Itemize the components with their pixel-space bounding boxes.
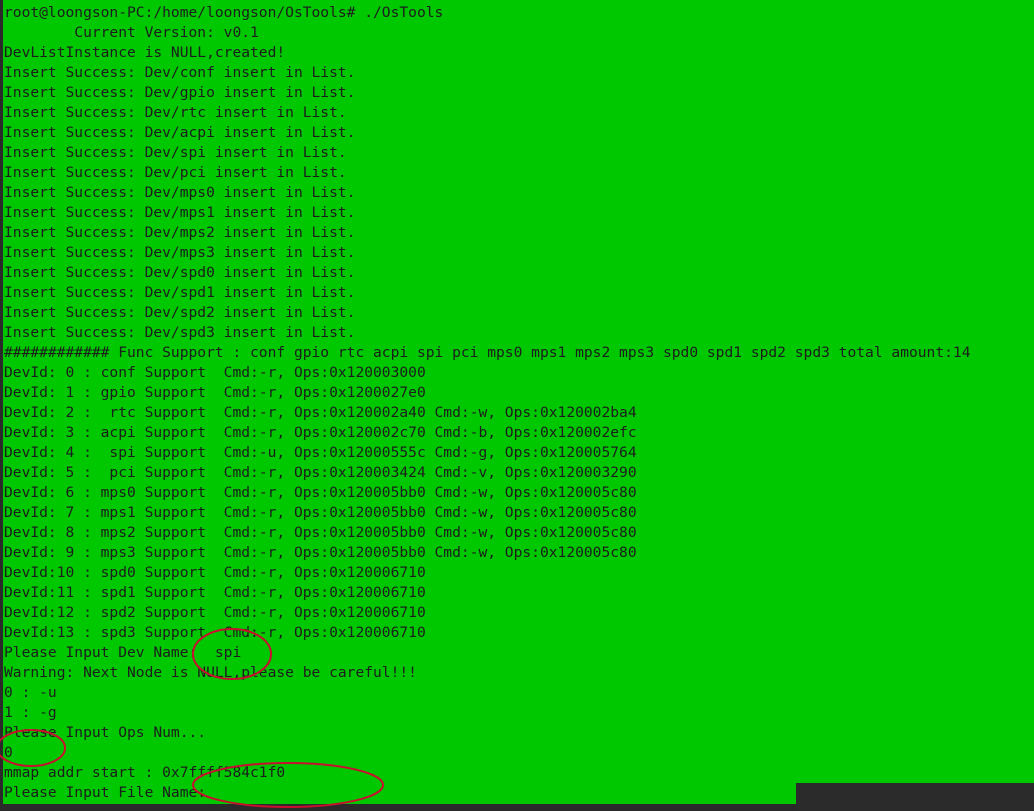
terminal-line-devid: DevId: 9 : mps3 Support Cmd:-r, Ops:0x12… — [4, 544, 637, 561]
terminal-line: Insert Success: Dev/mps1 insert in List. — [4, 204, 356, 221]
terminal-line-ops-option: 1 : -g — [4, 704, 57, 721]
terminal-line-dev-name-prompt: Please Input Dev Name: spi — [4, 644, 242, 661]
terminal-line-ops-input: 0 — [4, 744, 13, 761]
terminal-line: Insert Success: Dev/conf insert in List. — [4, 64, 356, 81]
terminal-line: Insert Success: Dev/gpio insert in List. — [4, 84, 356, 101]
terminal-line: DevListInstance is NULL,created! — [4, 44, 286, 61]
window-bottom-border — [0, 804, 796, 811]
terminal-line-warning: Warning: Next Node is NULL,please be car… — [4, 664, 417, 681]
terminal-line-devid: DevId:12 : spd2 Support Cmd:-r, Ops:0x12… — [4, 604, 426, 621]
terminal-line: Insert Success: Dev/mps2 insert in List. — [4, 224, 356, 241]
terminal-line-version: Current Version: v0.1 — [4, 24, 259, 41]
terminal-line-mmap-addr: mmap addr start : 0x7ffff584c1f0 — [4, 764, 286, 781]
terminal-output: root@loongson-PC:/home/loongson/OsTools#… — [4, 3, 970, 803]
terminal-line: Insert Success: Dev/pci insert in List. — [4, 164, 347, 181]
terminal-line-devid: DevId: 7 : mps1 Support Cmd:-r, Ops:0x12… — [4, 504, 637, 521]
terminal-line: Insert Success: Dev/spi insert in List. — [4, 144, 347, 161]
terminal-line-devid: DevId: 8 : mps2 Support Cmd:-r, Ops:0x12… — [4, 524, 637, 541]
terminal-line: Insert Success: Dev/mps0 insert in List. — [4, 184, 356, 201]
terminal-line: Insert Success: Dev/mps3 insert in List. — [4, 244, 356, 261]
terminal-line-devid: DevId: 5 : pci Support Cmd:-r, Ops:0x120… — [4, 464, 637, 481]
window-left-border — [0, 0, 3, 811]
terminal-line-ops-option: 0 : -u — [4, 684, 57, 701]
terminal-line: Insert Success: Dev/spd3 insert in List. — [4, 324, 356, 341]
terminal-line-ops-prompt: Please Input Ops Num... — [4, 724, 207, 741]
terminal-line-devid: DevId:11 : spd1 Support Cmd:-r, Ops:0x12… — [4, 584, 426, 601]
terminal-line-func-support: ############ Func Support : conf gpio rt… — [4, 344, 971, 361]
terminal-line: Insert Success: Dev/rtc insert in List. — [4, 104, 347, 121]
terminal-line-devid: DevId: 3 : acpi Support Cmd:-r, Ops:0x12… — [4, 424, 637, 441]
terminal-line-devid: DevId:13 : spd3 Support Cmd:-r, Ops:0x12… — [4, 624, 426, 641]
terminal-line-devid: DevId:10 : spd0 Support Cmd:-r, Ops:0x12… — [4, 564, 426, 581]
terminal-line: Insert Success: Dev/spd1 insert in List. — [4, 284, 356, 301]
dark-panel-corner — [796, 783, 1034, 811]
terminal-line: Insert Success: Dev/spd2 insert in List. — [4, 304, 356, 321]
terminal-line-devid: DevId: 4 : spi Support Cmd:-u, Ops:0x120… — [4, 444, 637, 461]
terminal-line-devid: DevId: 0 : conf Support Cmd:-r, Ops:0x12… — [4, 364, 426, 381]
terminal-line-devid: DevId: 2 : rtc Support Cmd:-r, Ops:0x120… — [4, 404, 637, 421]
terminal-line: Insert Success: Dev/spd0 insert in List. — [4, 264, 356, 281]
terminal-line-devid: DevId: 1 : gpio Support Cmd:-r, Ops:0x12… — [4, 384, 426, 401]
terminal-line-devid: DevId: 6 : mps0 Support Cmd:-r, Ops:0x12… — [4, 484, 637, 501]
terminal-window[interactable]: root@loongson-PC:/home/loongson/OsTools#… — [0, 0, 1034, 811]
terminal-line-prompt-command: root@loongson-PC:/home/loongson/OsTools#… — [4, 4, 444, 21]
terminal-line: Insert Success: Dev/acpi insert in List. — [4, 124, 356, 141]
